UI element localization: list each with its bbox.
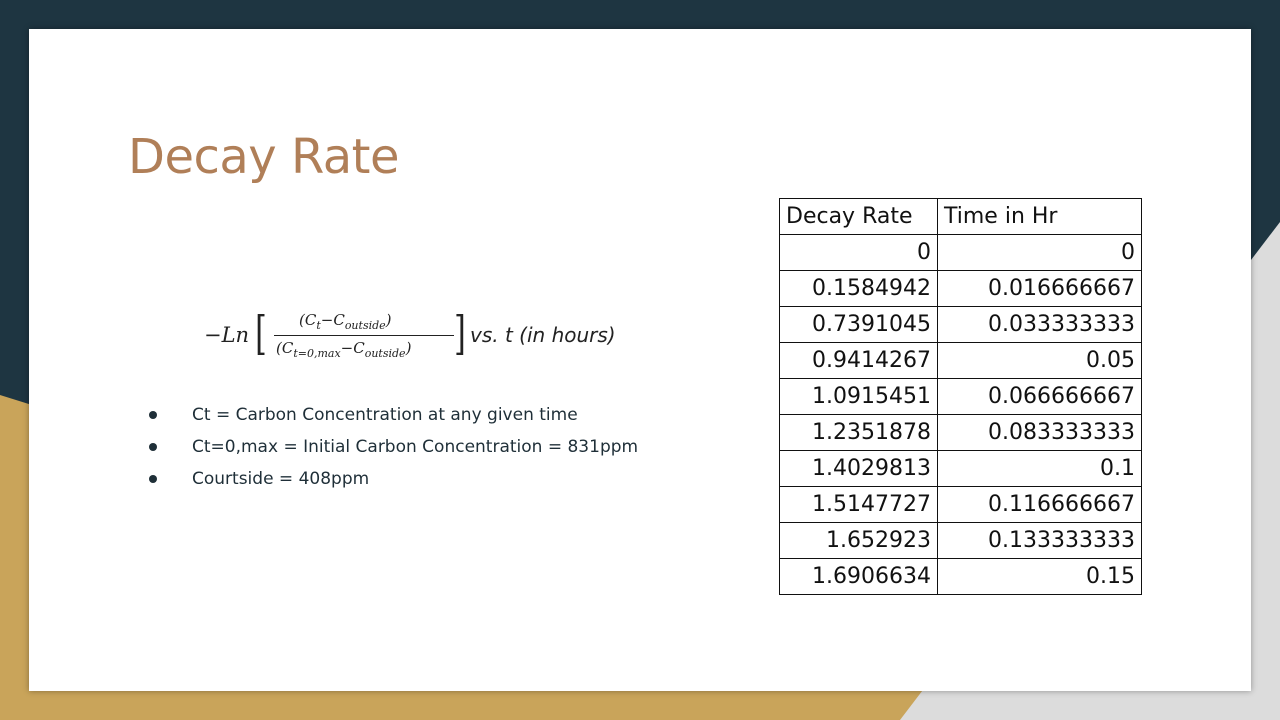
decay-rate-cell: 0 [779,234,938,271]
table-row: 1.4029813 0.1 [779,450,1142,487]
decay-formula: −Ln [ (Ct−Coutside) (Ct=0,max−Coutside) … [204,307,634,367]
formula-prefix: −Ln [204,323,250,347]
formula-denominator: (Ct=0,max−Coutside) [276,339,412,360]
decay-rate-cell: 0.9414267 [779,342,938,379]
formula-fraction-line [274,335,454,336]
decay-rate-cell: 1.2351878 [779,414,938,451]
bullet-dot-icon [149,411,157,419]
table-row: 1.0915451 0.066666667 [779,378,1142,415]
bullet-text: Ct = Carbon Concentration at any given t… [192,405,578,425]
time-cell: 0.016666667 [937,270,1142,307]
decay-rate-cell: 1.0915451 [779,378,938,415]
decay-rate-cell: 1.652923 [779,522,938,559]
bullet-text: Ct=0,max = Initial Carbon Concentration … [192,437,639,457]
table-row: 1.2351878 0.083333333 [779,414,1142,451]
bullet-dot-icon [149,443,157,451]
decay-rate-cell: 1.6906634 [779,558,938,595]
table-row: 1.5147727 0.116666667 [779,486,1142,523]
bullet-text: Courtside = 408ppm [192,469,370,489]
time-cell: 0.133333333 [937,522,1142,559]
column-header-decay-rate: Decay Rate [779,198,938,235]
decay-rate-cell: 1.5147727 [779,486,938,523]
bullet-item: Ct = Carbon Concentration at any given t… [141,399,638,431]
table-row: 0.9414267 0.05 [779,342,1142,379]
formula-bracket-right: ] [454,306,466,360]
decay-table: Decay Rate Time in Hr 00 0.1584942 0.0166… [779,198,1142,595]
time-cell: 0 [937,234,1142,271]
bullet-item: Ct=0,max = Initial Carbon Concentration … [141,431,638,463]
formula-bracket-left: [ [255,306,267,360]
time-cell: 0.15 [937,558,1142,595]
decay-rate-cell: 0.7391045 [779,306,938,343]
bullet-item: Courtside = 408ppm [141,463,638,495]
decay-rate-cell: 1.4029813 [779,450,938,487]
table-row: 00 [779,234,1142,271]
table-row: 1.652923 0.133333333 [779,522,1142,559]
slide: Decay Rate −Ln [ (Ct−Coutside) (Ct=0,max… [29,29,1251,691]
decay-rate-cell: 0.1584942 [779,270,938,307]
time-cell: 0.033333333 [937,306,1142,343]
time-cell: 0.05 [937,342,1142,379]
formula-numerator: (Ct−Coutside) [299,311,392,332]
column-header-time: Time in Hr [937,198,1142,235]
bullet-dot-icon [149,475,157,483]
time-cell: 0.1 [937,450,1142,487]
table-row: 0.1584942 0.016666667 [779,270,1142,307]
time-cell: 0.066666667 [937,378,1142,415]
formula-suffix: vs. t (in hours) [470,323,616,347]
slide-title: Decay Rate [128,129,400,185]
time-cell: 0.083333333 [937,414,1142,451]
table-header-row: Decay Rate Time in Hr [779,198,1142,235]
table-row: 0.7391045 0.033333333 [779,306,1142,343]
bullet-list: Ct = Carbon Concentration at any given t… [141,399,638,495]
table-row: 1.6906634 0.15 [779,558,1142,595]
time-cell: 0.116666667 [937,486,1142,523]
